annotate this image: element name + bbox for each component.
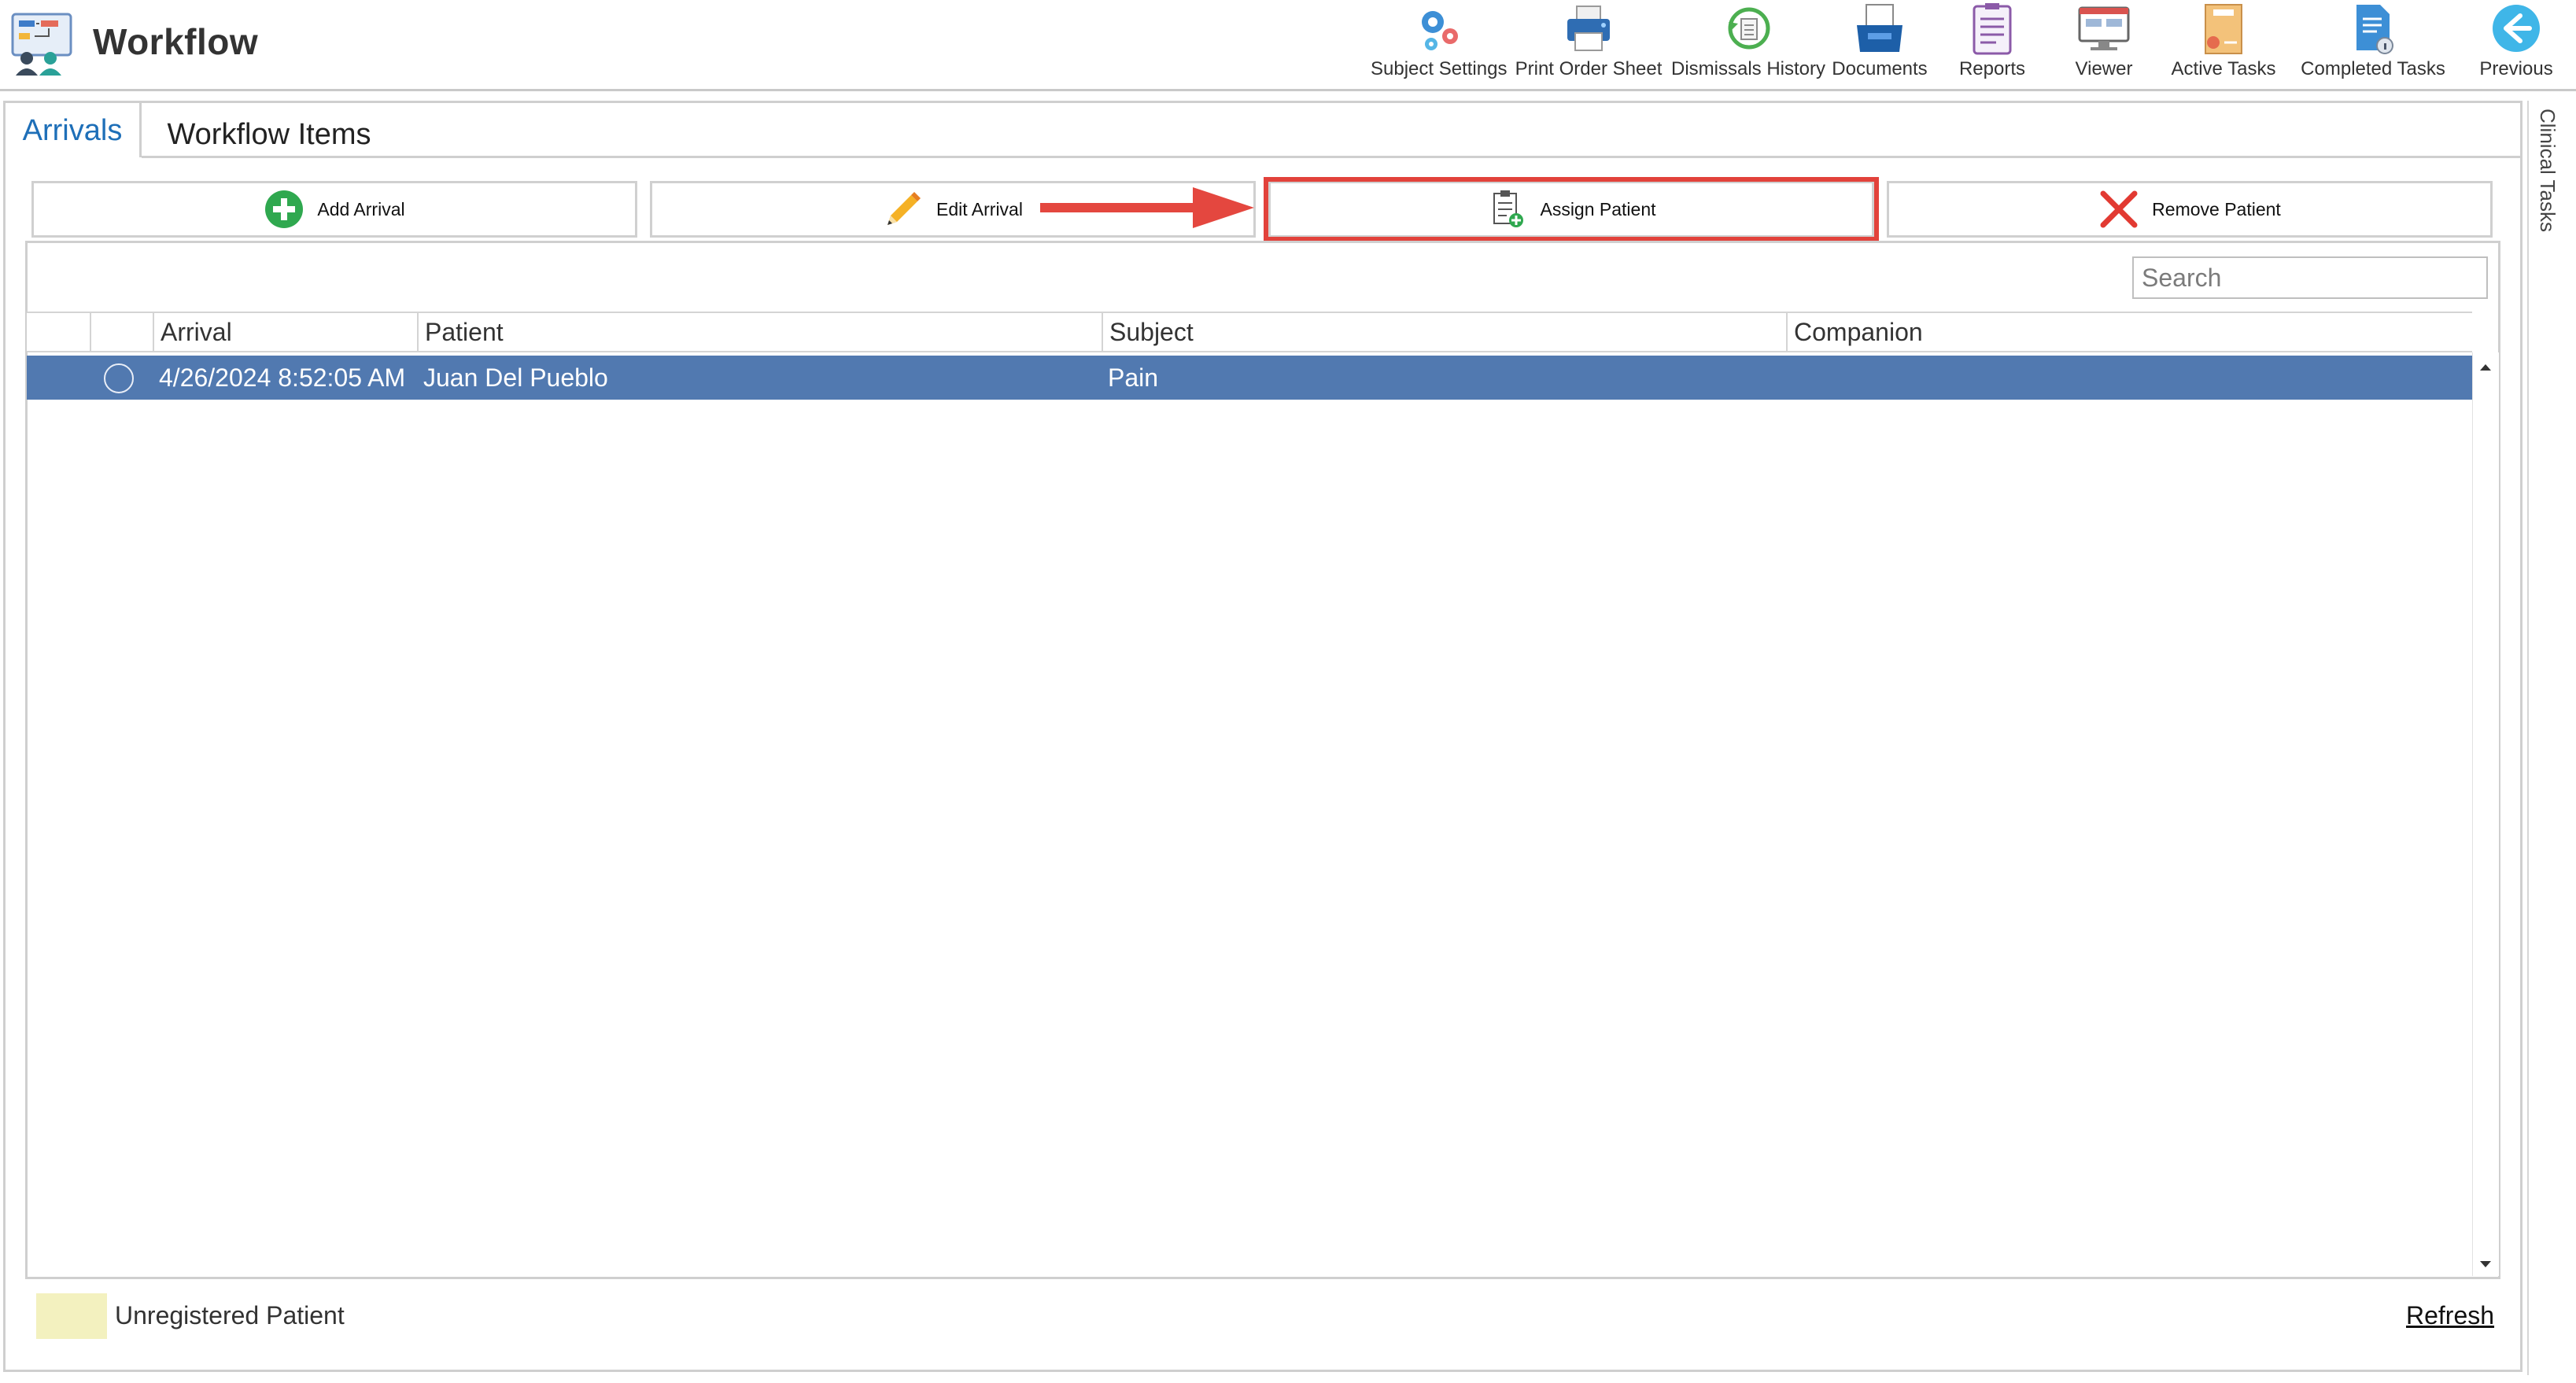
add-arrival-label: Add Arrival bbox=[317, 198, 405, 219]
documents-label: Documents bbox=[1832, 58, 1928, 79]
cell-companion bbox=[1786, 356, 2472, 400]
clinical-tasks-tab[interactable]: Clinical Tasks bbox=[2532, 109, 2563, 232]
monitor-icon bbox=[2078, 6, 2130, 50]
subject-settings-label: Subject Settings bbox=[1371, 58, 1508, 79]
completed-tasks-label: Completed Tasks bbox=[2301, 58, 2445, 79]
previous-label: Previous bbox=[2479, 58, 2553, 79]
cell-subject: Pain bbox=[1108, 363, 1159, 392]
workflow-logo-icon bbox=[11, 13, 72, 76]
scroll-up-arrow-icon[interactable] bbox=[2477, 359, 2494, 376]
column-header-companion[interactable]: Companion bbox=[1786, 313, 2472, 352]
tab-divider bbox=[142, 156, 2522, 158]
assign-patient-icon bbox=[1493, 190, 1524, 227]
completed-tasks-button[interactable]: Completed Tasks bbox=[2296, 0, 2450, 88]
scroll-down-arrow-icon[interactable] bbox=[2477, 1256, 2494, 1273]
grid-header: Arrival Patient Subject Companion bbox=[27, 312, 2472, 352]
dismissals-history-button[interactable]: Dismissals History bbox=[1671, 0, 1825, 88]
documents-button[interactable]: Documents bbox=[1830, 0, 1929, 88]
red-x-icon bbox=[2100, 190, 2138, 228]
grid-scrollbar[interactable] bbox=[2472, 352, 2499, 1276]
remove-patient-button[interactable]: Remove Patient bbox=[1887, 181, 2493, 238]
unregistered-patient-swatch bbox=[36, 1293, 107, 1339]
previous-button[interactable]: Previous bbox=[2467, 0, 2565, 88]
arrow-left-circle-icon bbox=[2493, 5, 2540, 52]
reports-label: Reports bbox=[1958, 58, 2026, 79]
assign-patient-button[interactable]: Assign Patient bbox=[1268, 181, 1874, 238]
header-blank-1 bbox=[27, 313, 90, 352]
table-row[interactable]: 4/26/2024 8:52:05 AM Juan Del Pueblo Pai… bbox=[27, 356, 2472, 400]
pencil-icon bbox=[888, 192, 921, 225]
viewer-button[interactable]: Viewer bbox=[2055, 0, 2153, 88]
column-header-subject[interactable]: Subject bbox=[1102, 313, 1786, 352]
active-tasks-label: Active Tasks bbox=[2171, 58, 2276, 79]
active-tasks-button[interactable]: Active Tasks bbox=[2165, 0, 2282, 88]
assign-patient-label: Assign Patient bbox=[1540, 198, 1656, 219]
app-title: Workflow bbox=[93, 21, 259, 62]
history-icon bbox=[1728, 7, 1770, 50]
search-input[interactable] bbox=[2132, 256, 2488, 299]
column-header-arrival[interactable]: Arrival bbox=[153, 313, 417, 352]
document-info-icon bbox=[2356, 5, 2393, 54]
subject-settings-button[interactable]: Subject Settings bbox=[1371, 0, 1508, 88]
tab-workflow-items[interactable]: Workflow Items bbox=[143, 101, 395, 157]
refresh-link[interactable]: Refresh bbox=[2406, 1301, 2494, 1330]
plus-circle-icon bbox=[265, 190, 304, 228]
add-arrival-button[interactable]: Add Arrival bbox=[31, 181, 637, 238]
document-tray-icon bbox=[1857, 4, 1902, 52]
cell-arrival: 4/26/2024 8:52:05 AM bbox=[159, 363, 406, 392]
print-order-sheet-label: Print Order Sheet bbox=[1515, 58, 1663, 79]
tab-arrivals[interactable]: Arrivals bbox=[3, 101, 142, 157]
row-select-radio[interactable] bbox=[104, 363, 134, 393]
edit-arrival-button[interactable]: Edit Arrival bbox=[650, 181, 1256, 238]
edit-arrival-label: Edit Arrival bbox=[936, 198, 1023, 219]
viewer-label: Viewer bbox=[2075, 58, 2133, 79]
print-order-sheet-button[interactable]: Print Order Sheet bbox=[1514, 0, 1663, 88]
cell-patient: Juan Del Pueblo bbox=[423, 363, 608, 392]
reports-button[interactable]: Reports bbox=[1943, 0, 2041, 88]
printer-icon bbox=[1567, 6, 1610, 51]
app-header: Workflow Subject Settings Print Order Sh… bbox=[0, 0, 2576, 91]
column-header-patient[interactable]: Patient bbox=[417, 313, 1102, 352]
remove-patient-label: Remove Patient bbox=[2152, 198, 2281, 219]
gears-icon bbox=[1422, 11, 1458, 50]
clinical-tasks-rail[interactable] bbox=[2527, 101, 2567, 1375]
clipboard-list-icon bbox=[1973, 3, 2012, 55]
dismissals-history-label: Dismissals History bbox=[1671, 58, 1826, 79]
tab-bar: Arrivals Workflow Items bbox=[3, 101, 2522, 157]
unregistered-patient-label: Unregistered Patient bbox=[115, 1301, 345, 1330]
header-blank-2 bbox=[90, 313, 153, 352]
folder-tasks-icon bbox=[2205, 4, 2242, 54]
